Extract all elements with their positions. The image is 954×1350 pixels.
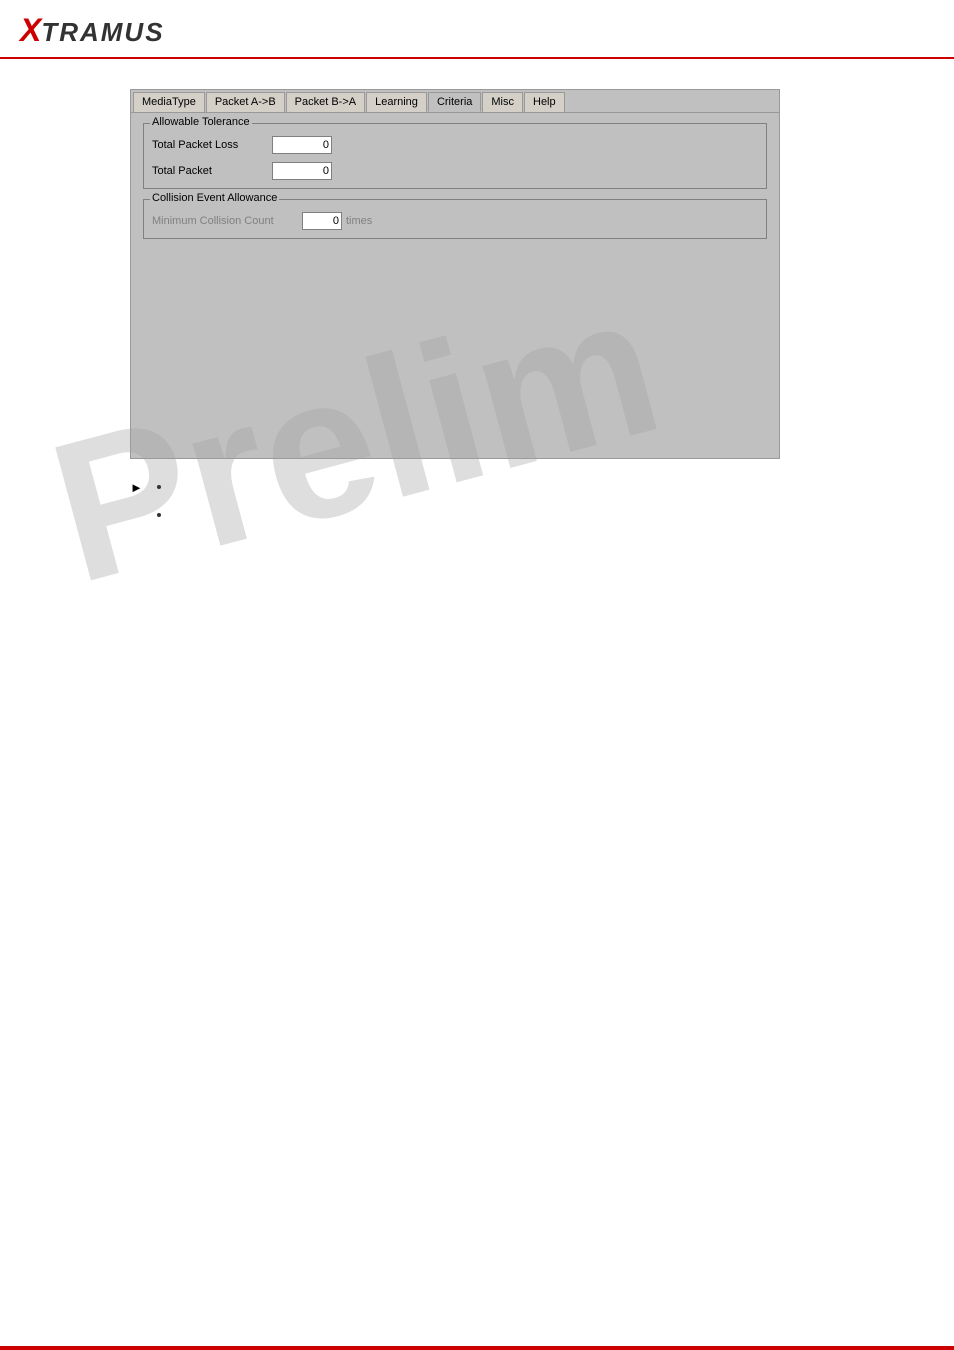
tab-mediatype[interactable]: MediaType	[133, 92, 205, 112]
min-collision-input[interactable]	[302, 212, 342, 230]
bullet-list	[151, 479, 171, 535]
bullet-area: ►	[130, 479, 934, 535]
total-packet-loss-row: Total Packet Loss	[152, 136, 758, 154]
arrow-item: ►	[130, 479, 934, 535]
logo-text: TRAMUS	[41, 17, 164, 48]
tab-packet-ba[interactable]: Packet B->A	[286, 92, 365, 112]
tab-misc[interactable]: Misc	[482, 92, 523, 112]
arrow-icon: ►	[130, 480, 143, 495]
allowable-tolerance-title: Allowable Tolerance	[150, 116, 252, 128]
min-collision-row: Minimum Collision Count times	[152, 212, 758, 230]
min-collision-label: Minimum Collision Count	[152, 215, 302, 227]
main-content: MediaType Packet A->B Packet B->A Learni…	[0, 59, 954, 561]
total-packet-loss-input[interactable]	[272, 136, 332, 154]
tab-criteria[interactable]: Criteria	[428, 92, 481, 112]
tab-packet-ab[interactable]: Packet A->B	[206, 92, 285, 112]
tabs-row: MediaType Packet A->B Packet B->A Learni…	[131, 90, 779, 113]
tab-panel-container: MediaType Packet A->B Packet B->A Learni…	[130, 89, 780, 459]
times-label: times	[346, 215, 372, 227]
logo: X TRAMUS	[20, 12, 165, 49]
allowable-tolerance-group: Allowable Tolerance Total Packet Loss To…	[143, 123, 767, 189]
criteria-tab-content: Allowable Tolerance Total Packet Loss To…	[131, 113, 779, 259]
total-packet-loss-label: Total Packet Loss	[152, 139, 272, 151]
total-packet-label: Total Packet	[152, 165, 272, 177]
collision-event-title: Collision Event Allowance	[150, 192, 279, 204]
collision-event-group: Collision Event Allowance Minimum Collis…	[143, 199, 767, 239]
tab-learning[interactable]: Learning	[366, 92, 427, 112]
header: X TRAMUS	[0, 0, 954, 59]
tab-help[interactable]: Help	[524, 92, 565, 112]
logo-x: X	[20, 12, 41, 49]
total-packet-input[interactable]	[272, 162, 332, 180]
footer-bar	[0, 1346, 954, 1350]
total-packet-row: Total Packet	[152, 162, 758, 180]
